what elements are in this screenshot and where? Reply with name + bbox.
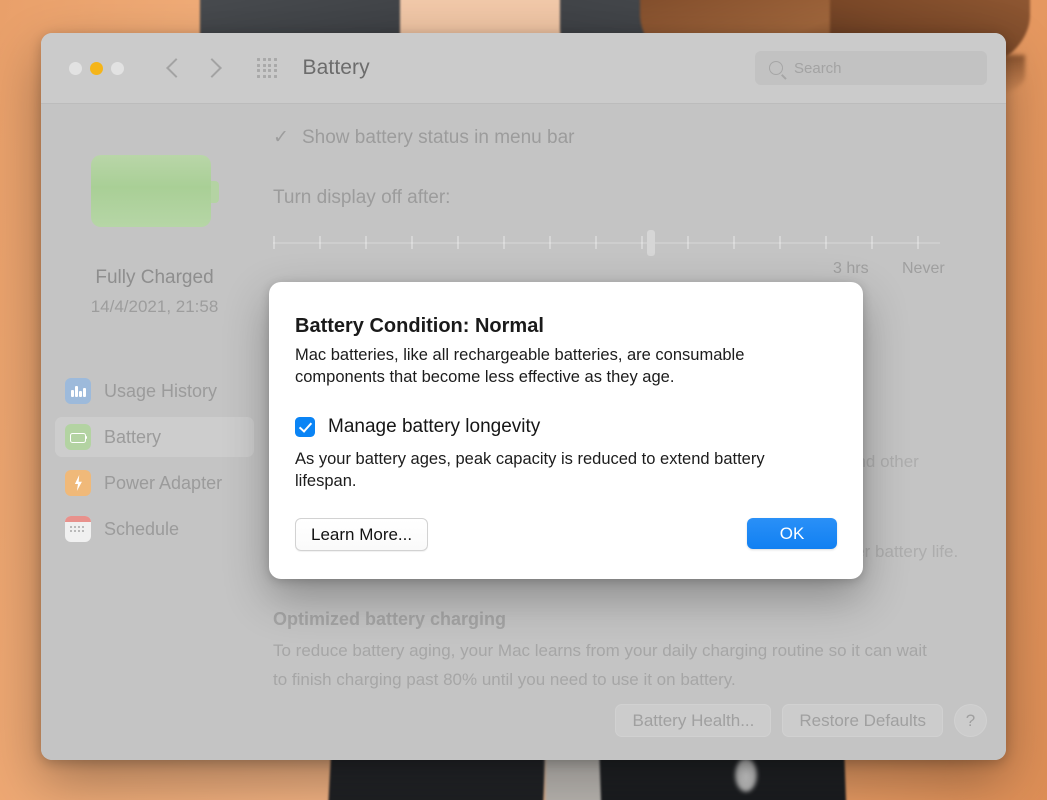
manage-battery-longevity-checkbox[interactable] [295, 417, 315, 437]
optimized-charging-heading: Optimized battery charging [273, 609, 507, 629]
close-button[interactable] [69, 61, 82, 75]
optimized-charging-line-1: To reduce battery aging, your Mac learns… [273, 641, 927, 660]
desktop-wallpaper: Battery Search Fully Charged 14/4/2021, … [0, 0, 1047, 800]
back-chevron-icon[interactable] [166, 58, 186, 78]
display-off-slider[interactable]: 3 hrs Never [273, 228, 945, 277]
sidebar: Fully Charged 14/4/2021, 21:58 Usage His… [41, 104, 268, 760]
traffic-light-group [69, 61, 124, 75]
battery-health-button[interactable]: Battery Health... [615, 704, 772, 737]
show-all-grid-icon[interactable] [257, 58, 277, 78]
search-icon [769, 61, 783, 75]
schedule-icon [65, 516, 91, 542]
power-adapter-icon [65, 470, 91, 496]
system-preferences-window: Battery Search Fully Charged 14/4/2021, … [41, 33, 1006, 760]
window-title: Battery [302, 56, 370, 79]
checkmark-icon: ✓ [273, 127, 289, 148]
slider-label-max: Never [902, 260, 945, 277]
zoom-button[interactable] [111, 61, 124, 75]
search-placeholder: Search [794, 59, 842, 77]
dialog-description: Mac batteries, like all rechargeable bat… [295, 346, 745, 386]
battery-timestamp: 14/4/2021, 21:58 [90, 297, 219, 316]
battery-condition-dialog: Battery Condition: Normal Mac batteries,… [269, 282, 863, 579]
learn-more-button[interactable]: Learn More... [295, 518, 429, 551]
slider-track [273, 242, 940, 244]
sidebar-item-power-adapter[interactable]: Power Adapter [55, 463, 254, 503]
sidebar-item-label: Schedule [104, 518, 180, 539]
show-battery-status-row[interactable]: ✓ Show battery status in menu bar [273, 126, 1006, 149]
restore-defaults-button[interactable]: Restore Defaults [782, 704, 943, 737]
turn-display-off-label: Turn display off after: [273, 187, 451, 208]
search-input[interactable]: Search [755, 51, 987, 85]
wallpaper-highlight [735, 758, 757, 792]
optimized-charging-line-2: to finish charging past 80% until you ne… [273, 670, 736, 689]
help-button[interactable]: ? [954, 704, 987, 737]
sidebar-item-schedule[interactable]: Schedule [55, 509, 254, 549]
dialog-title: Battery Condition: Normal [295, 315, 544, 337]
battery-body [90, 155, 211, 227]
window-titlebar: Battery Search [41, 33, 1006, 104]
ok-button[interactable]: OK [747, 518, 837, 549]
battery-cap [210, 181, 219, 203]
sidebar-item-label: Battery [104, 426, 162, 447]
manage-battery-longevity-label: Manage battery longevity [328, 416, 541, 437]
show-battery-status-label: Show battery status in menu bar [302, 126, 575, 148]
manage-battery-longevity-row[interactable]: Manage battery longevity [295, 416, 540, 438]
battery-status-text: Fully Charged [95, 267, 214, 288]
battery-icon [65, 424, 91, 450]
sidebar-item-label: Power Adapter [104, 472, 223, 493]
minimize-button[interactable] [90, 61, 103, 75]
dialog-sub-description: As your battery ages, peak capacity is r… [295, 450, 765, 490]
slider-thumb[interactable] [647, 230, 655, 256]
slider-label-min: 3 hrs [833, 260, 869, 277]
battery-graphic [90, 155, 219, 227]
usage-history-icon [65, 378, 91, 404]
sidebar-list: Usage History Battery Power Adapter Sche… [41, 371, 268, 549]
sidebar-item-battery[interactable]: Battery [55, 417, 254, 457]
navigation-arrows [166, 58, 222, 78]
forward-chevron-icon[interactable] [202, 58, 222, 78]
sidebar-item-label: Usage History [104, 380, 218, 401]
sidebar-item-usage-history[interactable]: Usage History [55, 371, 254, 411]
bottom-button-bar: Battery Health... Restore Defaults ? [615, 704, 987, 737]
